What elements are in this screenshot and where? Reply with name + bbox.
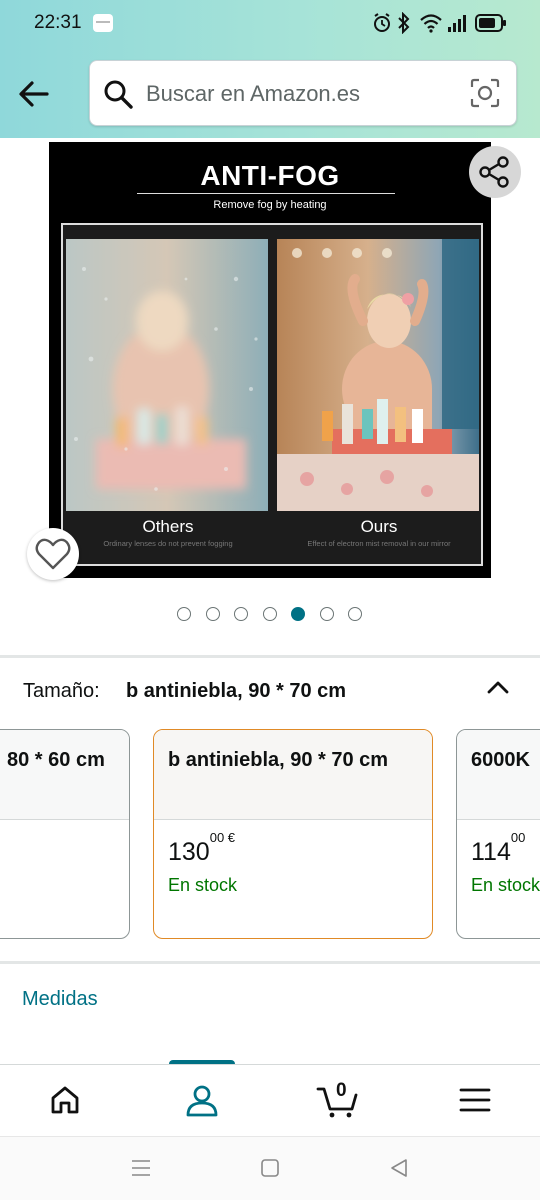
recent-apps-icon[interactable] [130,1157,152,1179]
heart-icon [35,538,71,570]
size-option-card-selected[interactable]: b antiniebla, 90 * 70 cm 13000 € En stoc… [153,729,433,939]
share-button[interactable] [469,146,521,198]
camera-scan-icon[interactable] [470,78,500,108]
pagination-dot-active[interactable] [291,607,305,621]
arrow-left-icon[interactable] [14,74,54,114]
home-button-icon[interactable] [259,1157,281,1179]
pagination-dot[interactable] [177,607,191,621]
size-option-card[interactable]: 80 * 60 cm [0,729,130,939]
size-option-header: 80 * 60 cm [0,730,129,820]
app-header: 22:31 [0,0,540,138]
availability-label: En stock [471,875,540,895]
others-caption: Others [142,517,194,536]
comparison-frame: Others Ordinary lenses do not prevent fo… [61,223,483,566]
menu-icon[interactable] [459,1087,491,1113]
availability-label: En stock [168,875,238,895]
alarm-icon [374,13,390,32]
divider [137,193,395,194]
pagination-dot[interactable] [262,607,277,621]
search-icon[interactable] [102,78,134,110]
size-options: 80 * 60 cm b antiniebla, 90 * 70 cm 1300… [0,729,540,941]
pagination-dot[interactable] [348,607,362,621]
medidas-link[interactable]: Medidas [22,988,98,1011]
size-option-price: 13000 € [168,829,236,866]
size-option-name: 80 * 60 cm [7,749,105,771]
size-selector-header[interactable]: Tamaño: b antiniebla, 90 * 70 cm [0,660,540,720]
battery-icon [475,14,506,32]
share-icon [479,156,509,188]
size-option-header: b antiniebla, 90 * 70 cm [154,730,432,820]
wishlist-button[interactable] [27,528,79,580]
size-option-name: 6000K [471,749,530,771]
ours-note: Effect of electron mist removal in our m… [307,539,451,548]
size-option-price: 11400 [471,829,526,866]
size-option-card[interactable]: 6000K 11400 En stock [456,729,540,939]
back-button-icon[interactable] [388,1157,410,1179]
size-selected-value: b antiniebla, 90 * 70 cm [126,680,347,702]
product-gallery[interactable]: ANTI-FOG Remove fog by heating Others Or… [0,138,540,648]
image-title: ANTI-FOG [200,160,340,191]
product-image[interactable]: ANTI-FOG Remove fog by heating Others Or… [49,142,491,578]
divider [0,961,540,964]
notification-icon [93,14,113,32]
others-note: Ordinary lenses do not prevent fogging [103,539,233,548]
chevron-up-icon[interactable] [484,674,512,702]
pagination-dot[interactable] [319,607,334,621]
pagination-dot[interactable] [205,607,220,621]
account-icon[interactable] [184,1083,220,1119]
signal-icon [448,15,466,32]
wifi-icon [420,14,442,33]
divider [0,655,540,658]
size-label: Tamaño: [23,680,100,702]
cart-button[interactable]: 0 [316,1080,360,1119]
home-icon[interactable] [48,1083,82,1117]
search-bar[interactable] [89,60,517,126]
foggy-mirror-photo [66,239,268,511]
bluetooth-icon [398,12,410,34]
search-input[interactable] [146,75,446,113]
image-subtitle: Remove fog by heating [213,199,327,211]
system-navigation-bar [0,1136,540,1200]
cart-count: 0 [336,1080,347,1101]
size-option-header: 6000K [457,730,540,820]
ours-caption: Ours [360,517,398,536]
pagination-dot[interactable] [234,607,248,621]
size-option-name: b antiniebla, 90 * 70 cm [168,749,389,771]
status-time: 22:31 [34,12,82,33]
clear-mirror-photo [277,239,479,511]
status-bar: 22:31 [0,0,540,48]
gallery-pagination [0,607,540,623]
bottom-navigation: 0 [0,1064,540,1136]
